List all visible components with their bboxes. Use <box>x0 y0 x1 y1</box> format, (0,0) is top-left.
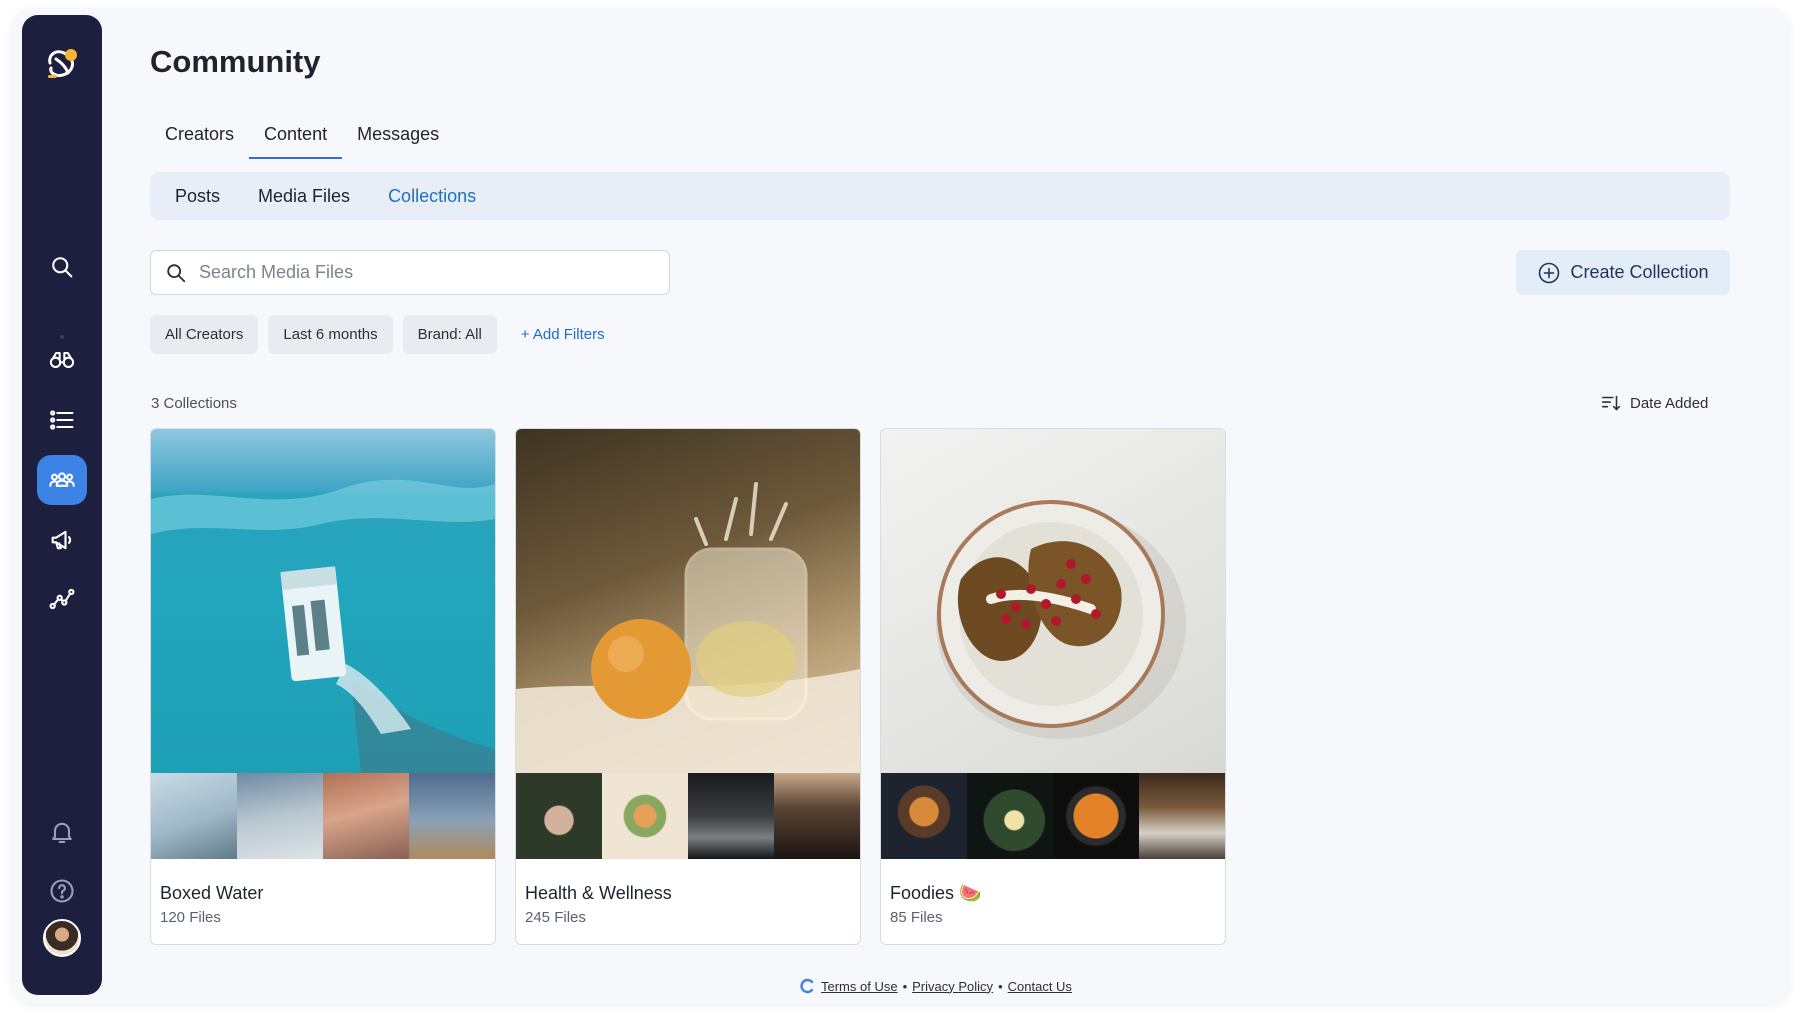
sidebar-item-community[interactable] <box>37 455 87 505</box>
privacy-policy-link[interactable]: Privacy Policy <box>912 979 993 994</box>
collections-count: 3 Collections <box>151 395 237 412</box>
sidebar <box>22 15 102 995</box>
thumbnail-image <box>1053 773 1139 859</box>
page-title: Community <box>150 44 321 79</box>
collection-card[interactable]: Health & Wellness 245 Files <box>515 428 861 945</box>
filter-bar: All Creators Last 6 months Brand: All + … <box>150 315 605 354</box>
tab-content[interactable]: Content <box>249 120 343 159</box>
brand-logo-icon <box>800 978 814 994</box>
footer-separator: • <box>902 978 908 994</box>
thumbnail-image <box>237 773 323 859</box>
terms-of-use-link[interactable]: Terms of Use <box>821 979 898 994</box>
collection-card[interactable]: Boxed Water 120 Files <box>150 428 496 945</box>
collection-file-count: 245 Files <box>525 909 586 926</box>
create-collection-label: Create Collection <box>1570 262 1709 282</box>
search-box <box>150 250 670 295</box>
contact-us-link[interactable]: Contact Us <box>1008 979 1072 994</box>
thumbnail-image <box>323 773 409 859</box>
collection-thumbnails <box>151 773 495 859</box>
sidebar-item-help[interactable] <box>37 866 87 916</box>
analytics-icon <box>49 588 75 610</box>
community-icon <box>49 472 75 487</box>
glass-and-orange-illustration <box>516 482 860 773</box>
sidebar-item-lists[interactable] <box>37 395 87 445</box>
collection-name: Foodies 🍉 <box>890 883 982 903</box>
thumbnail-image <box>516 773 602 859</box>
add-filters-link[interactable]: + Add Filters <box>521 326 605 343</box>
filter-chip-date[interactable]: Last 6 months <box>268 315 393 354</box>
avatar[interactable] <box>43 919 81 957</box>
search-input[interactable] <box>199 262 639 283</box>
boxed-water-illustration <box>151 479 495 773</box>
collection-cover-image <box>881 429 1225 773</box>
thumbnail-image <box>409 773 495 859</box>
help-icon <box>50 879 74 903</box>
collection-name: Health & Wellness <box>525 883 672 903</box>
collection-card[interactable]: Foodies 🍉 85 Files <box>880 428 1226 945</box>
footer: Terms of Use • Privacy Policy • Contact … <box>800 978 1072 994</box>
main-tabs: Creators Content Messages <box>150 120 454 159</box>
search-icon <box>52 257 73 278</box>
footer-separator: • <box>998 978 1003 994</box>
sidebar-item-campaigns[interactable] <box>37 515 87 565</box>
tab-messages[interactable]: Messages <box>342 120 454 159</box>
thumbnail-image <box>688 773 774 859</box>
collection-file-count: 120 Files <box>160 909 221 926</box>
sort-button[interactable]: Date Added <box>1600 392 1708 414</box>
sidebar-item-search[interactable] <box>37 242 87 292</box>
search-icon <box>167 263 186 282</box>
subtab-media-files[interactable]: Media Files <box>244 186 374 207</box>
plus-circle-icon <box>1539 262 1560 283</box>
thumbnail-image <box>602 773 688 859</box>
sidebar-item-notifications[interactable] <box>37 807 87 857</box>
thumbnail-image <box>774 773 860 859</box>
thumbnail-image <box>967 773 1053 859</box>
create-collection-button[interactable]: Create Collection <box>1516 250 1730 295</box>
thumbnail-image <box>1139 773 1225 859</box>
thumbnail-image <box>151 773 237 859</box>
binoculars-icon <box>49 351 75 369</box>
collection-thumbnails <box>516 773 860 859</box>
list-icon <box>50 410 74 430</box>
sidebar-item-analytics[interactable] <box>37 574 87 624</box>
subtab-collections[interactable]: Collections <box>374 186 500 207</box>
subtab-bar: Posts Media Files Collections <box>150 172 1730 220</box>
subtab-posts[interactable]: Posts <box>161 186 244 207</box>
app-logo-icon[interactable] <box>42 45 82 85</box>
megaphone-icon <box>51 530 72 550</box>
collection-cover-image <box>151 429 495 773</box>
sort-label: Date Added <box>1630 394 1709 412</box>
thumbnail-image <box>881 773 967 859</box>
filter-chip-creators[interactable]: All Creators <box>150 315 259 354</box>
collection-name: Boxed Water <box>160 883 264 903</box>
collection-thumbnails <box>881 773 1225 859</box>
filter-chip-brand[interactable]: Brand: All <box>402 315 497 354</box>
bell-icon <box>52 822 72 843</box>
sidebar-item-discover[interactable] <box>37 335 87 385</box>
collection-file-count: 85 Files <box>890 909 943 926</box>
collection-cover-image <box>516 429 860 773</box>
sort-icon <box>1601 395 1621 411</box>
tab-creators[interactable]: Creators <box>150 120 249 159</box>
eggplant-plate-illustration <box>936 500 1186 739</box>
